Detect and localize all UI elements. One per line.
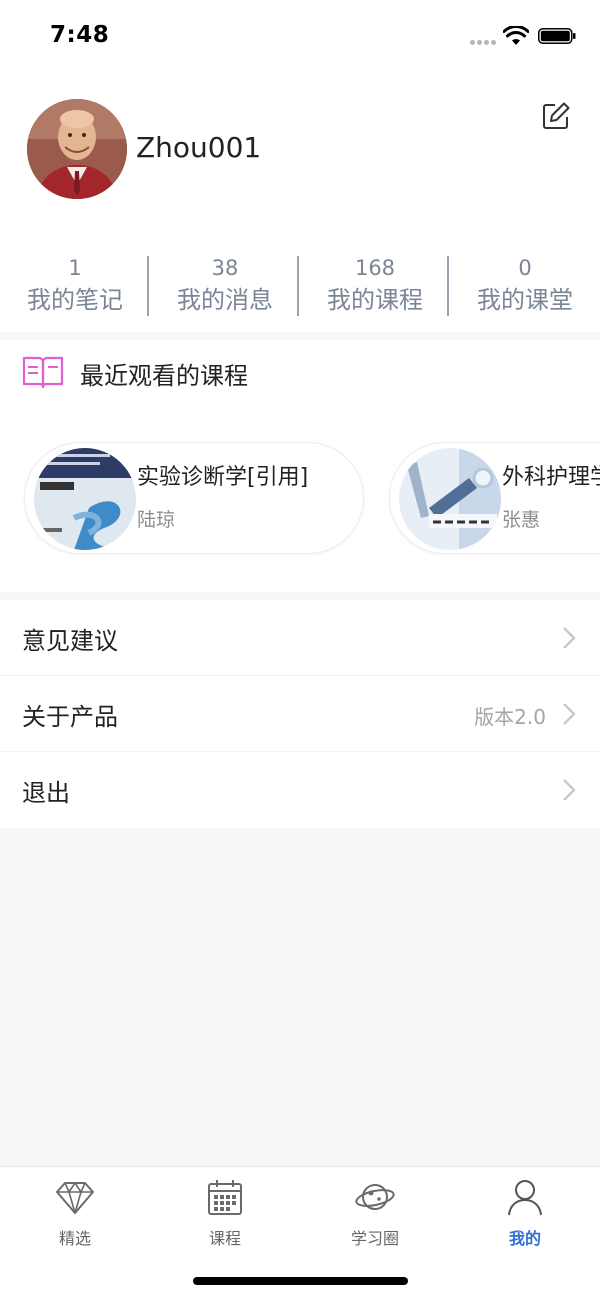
wifi-icon (503, 26, 529, 45)
stat-messages[interactable]: 38 我的消息 (150, 254, 300, 320)
stat-label: 我的课程 (327, 286, 423, 314)
stat-divider (447, 256, 449, 316)
planet-icon (355, 1184, 395, 1210)
course-teacher: 陆琼 (137, 509, 176, 531)
username: Zhou001 (136, 131, 262, 164)
tab-courses[interactable]: 课程 (150, 1177, 300, 1257)
diamond-icon (56, 1182, 94, 1214)
course-thumbnail (34, 448, 136, 550)
settings-menu: 意见建议 关于产品 版本2.0 退出 (0, 600, 600, 828)
tab-label: 精选 (58, 1229, 91, 1248)
battery-icon (538, 28, 576, 44)
menu-item-about[interactable]: 关于产品 版本2.0 (0, 676, 600, 752)
chevron-right-icon (563, 627, 576, 649)
tab-featured[interactable]: 精选 (0, 1177, 150, 1257)
tab-label: 学习圈 (350, 1229, 399, 1248)
edit-icon[interactable] (541, 101, 571, 131)
stat-label: 我的笔记 (27, 286, 123, 314)
course-teacher: 张惠 (502, 509, 541, 531)
menu-item-label: 退出 (22, 779, 70, 807)
stat-count: 0 (518, 256, 532, 280)
tab-mine[interactable]: 我的 (450, 1177, 600, 1257)
user-icon (508, 1180, 542, 1216)
stat-classroom[interactable]: 0 我的课堂 (450, 254, 600, 320)
chevron-right-icon (563, 703, 576, 725)
course-title: 实验诊断学[引用] (137, 465, 309, 490)
tab-label: 课程 (208, 1229, 241, 1248)
menu-item-value: 版本2.0 (474, 705, 546, 729)
stat-label: 我的课堂 (477, 286, 573, 314)
menu-item-label: 意见建议 (22, 627, 118, 655)
chevron-right-icon (563, 779, 576, 801)
course-title: 外科护理学 (502, 465, 600, 490)
course-card[interactable]: 实验诊断学[引用] 陆琼 (24, 442, 364, 554)
course-thumbnail (399, 448, 501, 550)
avatar[interactable] (27, 99, 127, 199)
stat-count: 168 (354, 256, 396, 280)
signal-icon (470, 40, 498, 46)
calendar-icon (208, 1180, 242, 1215)
status-time: 7:48 (50, 22, 110, 48)
stat-divider (147, 256, 149, 316)
tab-study-circle[interactable]: 学习圈 (300, 1177, 450, 1257)
tab-label: 我的 (508, 1229, 541, 1248)
menu-item-logout[interactable]: 退出 (0, 752, 600, 828)
stat-notes[interactable]: 1 我的笔记 (0, 254, 150, 320)
book-icon (22, 356, 64, 389)
menu-item-label: 关于产品 (22, 703, 118, 731)
course-card[interactable]: 外科护理学 张惠 (389, 442, 600, 554)
stat-count: 1 (68, 256, 82, 280)
recent-courses-title: 最近观看的课程 (80, 362, 248, 390)
recent-courses-section: 最近观看的课程 实验诊断学[引用] 陆琼 外科护理 张惠 (0, 340, 600, 592)
stat-divider (297, 256, 299, 316)
profile-header: 7:48 Zhou001 1 我的笔记 38 我的消息 168 我的课程 0 我… (0, 0, 600, 332)
home-indicator[interactable] (193, 1277, 408, 1285)
avatar-image (27, 99, 127, 199)
status-bar: 7:48 (0, 0, 600, 72)
menu-item-feedback[interactable]: 意见建议 (0, 600, 600, 676)
stat-label: 我的消息 (177, 286, 273, 314)
stat-count: 38 (211, 256, 239, 280)
stat-courses[interactable]: 168 我的课程 (300, 254, 450, 320)
stats-bar: 1 我的笔记 38 我的消息 168 我的课程 0 我的课堂 (0, 254, 600, 320)
